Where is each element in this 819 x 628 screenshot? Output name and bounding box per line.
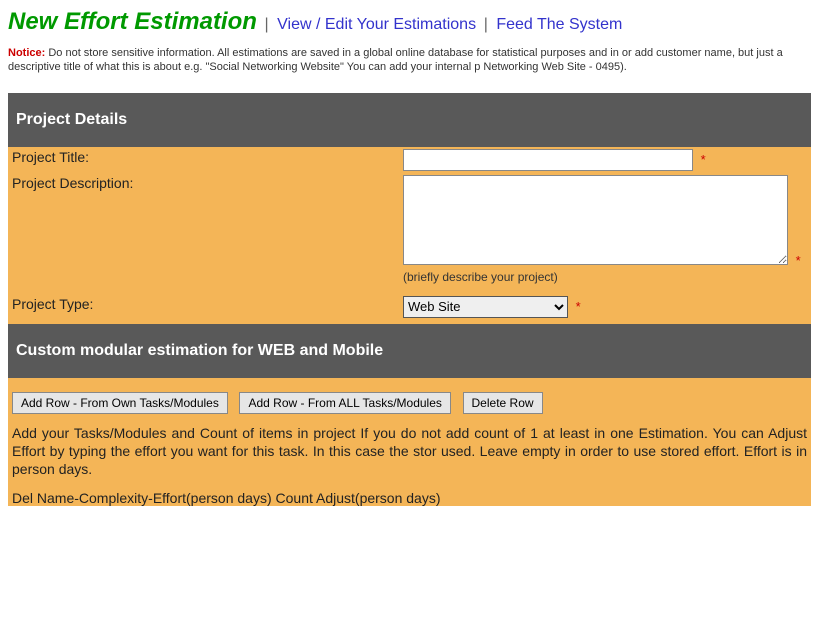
notice-block: Notice: Do not store sensitive informati… [8, 46, 811, 75]
project-details-panel: Project Details Project Title: * Project… [8, 93, 811, 507]
tasks-table-header: Del Name-Complexity-Effort(person days) … [8, 490, 811, 506]
view-edit-link[interactable]: View / Edit Your Estimations [277, 16, 476, 33]
project-title-input[interactable] [403, 149, 693, 171]
project-description-input[interactable] [403, 175, 788, 265]
project-description-label: Project Description: [8, 175, 403, 191]
col-del: Del [12, 490, 33, 506]
required-marker: * [796, 253, 801, 268]
add-row-all-button[interactable]: Add Row - From ALL Tasks/Modules [239, 392, 450, 414]
project-type-select[interactable]: Web Site [403, 296, 568, 318]
page-title: New Effort Estimation [8, 8, 257, 35]
delete-row-button[interactable]: Delete Row [463, 392, 543, 414]
col-adjust: Adjust(person days) [316, 490, 441, 506]
project-type-label: Project Type: [8, 296, 403, 318]
required-marker: * [701, 152, 706, 167]
col-name: Name-Complexity-Effort(person days) [37, 490, 272, 506]
separator: | [265, 16, 274, 33]
required-marker: * [576, 299, 581, 314]
project-details-header: Project Details [8, 93, 811, 147]
custom-help-text: Add your Tasks/Modules and Count of item… [8, 424, 811, 491]
description-hint: (briefly describe your project) [403, 270, 801, 284]
col-count: Count [276, 490, 313, 506]
add-row-own-button[interactable]: Add Row - From Own Tasks/Modules [12, 392, 228, 414]
feed-system-link[interactable]: Feed The System [496, 16, 622, 33]
custom-section-header: Custom modular estimation for WEB and Mo… [8, 324, 811, 378]
project-title-label: Project Title: [8, 149, 403, 171]
notice-label: Notice: [8, 47, 45, 59]
notice-text: Do not store sensitive information. All … [8, 47, 783, 73]
separator: | [484, 16, 493, 33]
